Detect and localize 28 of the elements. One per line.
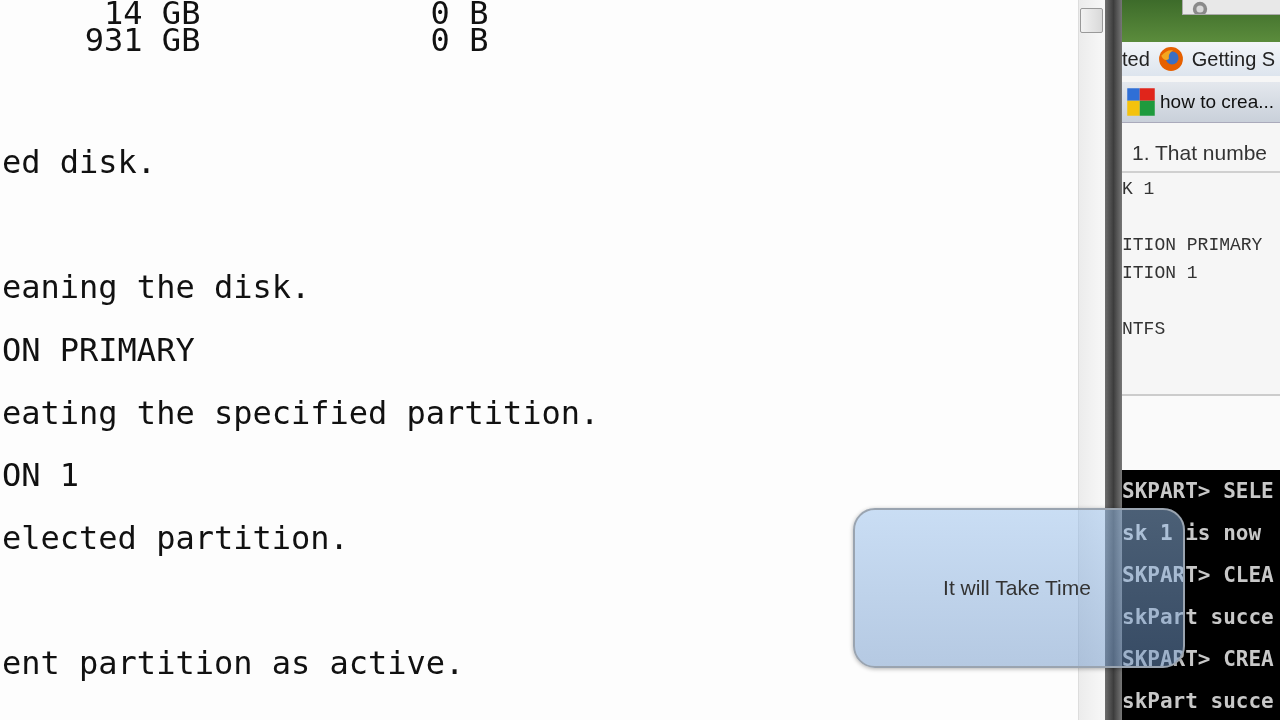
text-line: ON PRIMARY	[2, 335, 195, 367]
code-line: K 1	[1122, 178, 1156, 201]
console-line: sk 1 is now	[1122, 520, 1263, 547]
text-line: ed disk.	[2, 147, 157, 179]
table-cell-text: 0 B	[429, 0, 489, 27]
text-line: elected partition.	[2, 522, 349, 555]
text-line: ent partition as active.	[2, 648, 465, 680]
scrollbar-thumb[interactable]	[1080, 8, 1103, 33]
text-line: eating the specified partition.	[2, 397, 600, 429]
code-line: ITION 1	[1122, 262, 1199, 285]
text-line: eaning the disk.	[2, 272, 311, 304]
globe-icon	[1191, 0, 1209, 14]
tooltip-text: It will Take Time	[943, 576, 1092, 600]
table-cell-text: 0 B	[429, 27, 489, 54]
colored-squares-icon	[1126, 87, 1156, 117]
console-line: SKPART> SELE	[1122, 478, 1275, 505]
fox-globe-icon	[1157, 46, 1184, 72]
browser-tab[interactable]	[1182, 0, 1280, 15]
table-cell-text: 14 GB	[104, 0, 201, 27]
preview-title[interactable]: ted	[1122, 47, 1150, 71]
console-line: skPart succe	[1122, 688, 1275, 715]
code-line: ITION PRIMARY	[1122, 234, 1264, 257]
preview-title[interactable]: Getting S	[1191, 47, 1276, 71]
article-text: 1. That numbe	[1122, 141, 1280, 173]
table-cell-text: 931 GB	[83, 27, 201, 54]
text-line: ON 1	[2, 460, 80, 492]
code-line: NTFS	[1122, 318, 1167, 341]
preview-item[interactable]: how to crea...	[1122, 82, 1280, 123]
